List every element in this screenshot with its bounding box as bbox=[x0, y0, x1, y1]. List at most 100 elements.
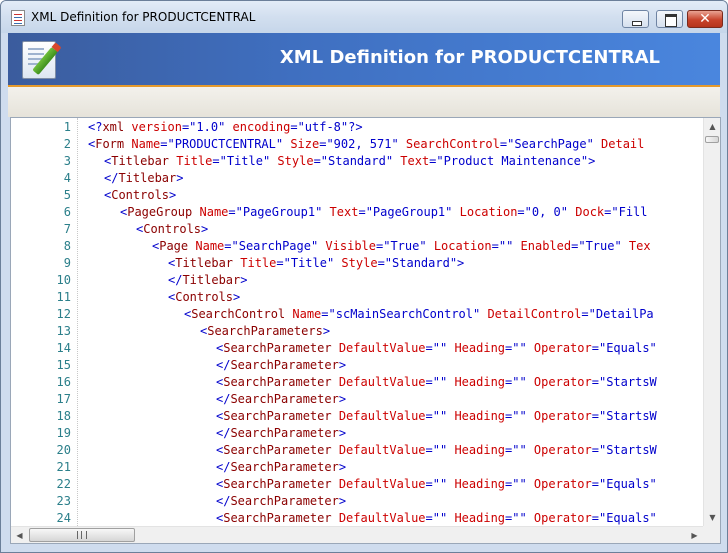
xml-val-token: "" bbox=[498, 239, 514, 253]
code-text: <?xml version="1.0" encoding="utf-8"?> bbox=[88, 119, 363, 136]
xml-val-token: "" bbox=[512, 477, 527, 491]
code-line[interactable]: 13 <SearchParameters> bbox=[11, 323, 703, 340]
code-line[interactable]: 20 <SearchParameter DefaultValue="" Headi… bbox=[11, 442, 703, 459]
xml-eq-token: > bbox=[169, 188, 177, 202]
scroll-up-icon[interactable]: ▲ bbox=[704, 118, 721, 135]
xml-eq-token: > bbox=[322, 324, 331, 338]
xml-val-token: "" bbox=[432, 409, 448, 423]
xml-eq-token: > bbox=[457, 256, 465, 270]
scroll-left-icon[interactable]: ◀ bbox=[11, 527, 28, 544]
xml-attr-token: Dock bbox=[568, 205, 605, 219]
xml-val-token: "SearchPage" bbox=[507, 137, 594, 151]
header-banner: XML Definition for PRODUCTCENTRAL bbox=[8, 33, 720, 85]
xml-val-token: "" bbox=[512, 443, 527, 457]
code-area[interactable]: 1 <?xml version = "1.0" encoding = "utf-8"?> 2… bbox=[11, 118, 703, 526]
minimize-button[interactable] bbox=[622, 10, 649, 28]
xml-tag-token: Controls bbox=[143, 222, 202, 236]
line-number: 15 bbox=[56, 358, 71, 372]
code-line[interactable]: 23 </SearchParameter> bbox=[11, 493, 703, 510]
xml-tag-token: Form bbox=[95, 137, 125, 151]
code-line[interactable]: 3 <Titlebar Title="Title" Style="Standard… bbox=[11, 153, 703, 170]
code-line[interactable]: 15 </SearchParameter> bbox=[11, 357, 703, 374]
line-number: 1 bbox=[63, 120, 71, 134]
line-number: 13 bbox=[56, 324, 71, 338]
xml-val-token: "" bbox=[512, 511, 527, 525]
xml-attr-token: Operator bbox=[526, 409, 592, 423]
xml-val-token: "1.0" bbox=[189, 120, 226, 134]
code-line[interactable]: 21 </SearchParameter> bbox=[11, 459, 703, 476]
xml-eq-token: = bbox=[276, 256, 284, 270]
code-text: <Titlebar Title="Title" Style="Standard"… bbox=[104, 153, 595, 170]
xml-eq-token: = bbox=[224, 239, 232, 253]
xml-val-token: "" bbox=[512, 409, 527, 423]
maximize-button[interactable] bbox=[656, 10, 683, 28]
code-line[interactable]: 7 <Controls> bbox=[11, 221, 703, 238]
code-line[interactable]: 18 <SearchParameter DefaultValue="" Headi… bbox=[11, 408, 703, 425]
xml-val-token: "StartsW bbox=[598, 443, 657, 457]
line-number: 11 bbox=[56, 290, 71, 304]
code-line[interactable]: 2 <Form Name="PRODUCTCENTRAL" Size="902, … bbox=[11, 136, 703, 153]
xml-tag-token: Titlebar bbox=[118, 171, 177, 185]
xml-eq-token: > bbox=[338, 460, 347, 474]
line-number: 9 bbox=[63, 256, 71, 270]
xml-tag-token: xml bbox=[102, 120, 125, 134]
horizontal-scroll-thumb[interactable] bbox=[29, 528, 135, 542]
code-line[interactable]: 5 <Controls> bbox=[11, 187, 703, 204]
xml-attr-token: DefaultValue bbox=[331, 511, 426, 525]
code-text: <Titlebar Title="Title" Style="Standard"… bbox=[168, 255, 464, 272]
xml-val-token: "Title" bbox=[219, 154, 271, 168]
xml-val-token: "DetailPa bbox=[588, 307, 654, 321]
code-line[interactable]: 10 </Titlebar> bbox=[11, 272, 703, 289]
code-line[interactable]: 11 <Controls> bbox=[11, 289, 703, 306]
line-number: 14 bbox=[56, 341, 71, 355]
code-line[interactable]: 24 <SearchParameter DefaultValue="" Headi… bbox=[11, 510, 703, 526]
code-line[interactable]: 17 </SearchParameter> bbox=[11, 391, 703, 408]
code-line[interactable]: 4 </Titlebar> bbox=[11, 170, 703, 187]
xml-val-token: "SearchPage" bbox=[231, 239, 319, 253]
scroll-right-icon[interactable]: ▶ bbox=[686, 527, 703, 544]
line-number: 20 bbox=[56, 443, 71, 457]
title-bar[interactable]: XML Definition for PRODUCTCENTRAL ✕ bbox=[1, 1, 727, 33]
xml-eq-token: </ bbox=[104, 171, 119, 185]
code-line[interactable]: 9 <Titlebar Title="Title" Style="Standard… bbox=[11, 255, 703, 272]
vertical-scroll-thumb[interactable] bbox=[705, 136, 719, 143]
code-line[interactable]: 19 </SearchParameter> bbox=[11, 425, 703, 442]
code-line[interactable]: 1 <?xml version="1.0" encoding="utf-8"?> bbox=[11, 119, 703, 136]
vertical-scrollbar[interactable]: ▲ ▼ bbox=[703, 118, 720, 526]
xml-val-token: "" bbox=[432, 477, 448, 491]
scroll-down-icon[interactable]: ▼ bbox=[704, 509, 721, 526]
xml-eq-token: > bbox=[233, 290, 241, 304]
xml-eq-token: = bbox=[591, 409, 599, 423]
xml-eq-token: = bbox=[321, 307, 329, 321]
xml-attr-token: Name bbox=[188, 239, 225, 253]
xml-eq-token: = bbox=[425, 341, 433, 355]
xml-attr-token: Title bbox=[233, 256, 277, 270]
code-line[interactable]: 22 <SearchParameter DefaultValue="" Headi… bbox=[11, 476, 703, 493]
xml-attr-token: Heading bbox=[447, 375, 506, 389]
code-line[interactable]: 12 <SearchControl Name="scMainSearchContr… bbox=[11, 306, 703, 323]
xml-eq-token: = bbox=[591, 341, 599, 355]
close-button[interactable]: ✕ bbox=[687, 10, 723, 28]
pencil-icon bbox=[32, 46, 58, 76]
xml-val-token: "Equals" bbox=[598, 511, 657, 525]
xml-eq-token: > bbox=[338, 426, 347, 440]
xml-val-token: "" bbox=[512, 341, 527, 355]
xml-attr-token: Name bbox=[285, 307, 322, 321]
xml-val-token: "Fill bbox=[611, 205, 648, 219]
code-line[interactable]: 8 <Page Name="SearchPage" Visible="True" … bbox=[11, 238, 703, 255]
horizontal-scrollbar[interactable]: ◀ ▶ bbox=[11, 526, 703, 543]
xml-val-token: "" bbox=[512, 375, 527, 389]
xml-tag-token: Titlebar bbox=[182, 273, 241, 287]
xml-eq-token: = bbox=[425, 511, 433, 525]
code-line[interactable]: 14 <SearchParameter DefaultValue="" Headi… bbox=[11, 340, 703, 357]
line-number: 23 bbox=[56, 494, 71, 508]
code-text: <SearchParameter DefaultValue="" Heading… bbox=[216, 510, 657, 526]
xml-val-token: "PageGroup1" bbox=[235, 205, 323, 219]
code-line[interactable]: 16 <SearchParameter DefaultValue="" Headi… bbox=[11, 374, 703, 391]
xml-val-token: "Product Maintenance" bbox=[436, 154, 589, 168]
xml-eq-token: </ bbox=[168, 273, 183, 287]
code-line[interactable]: 6 <PageGroup Name="PageGroup1" Text="Page… bbox=[11, 204, 703, 221]
xml-tag-token: SearchParameter bbox=[230, 460, 339, 474]
xml-eq-token: = bbox=[290, 120, 298, 134]
xml-editor[interactable]: 1 <?xml version = "1.0" encoding = "utf-8"?> 2… bbox=[10, 117, 721, 544]
